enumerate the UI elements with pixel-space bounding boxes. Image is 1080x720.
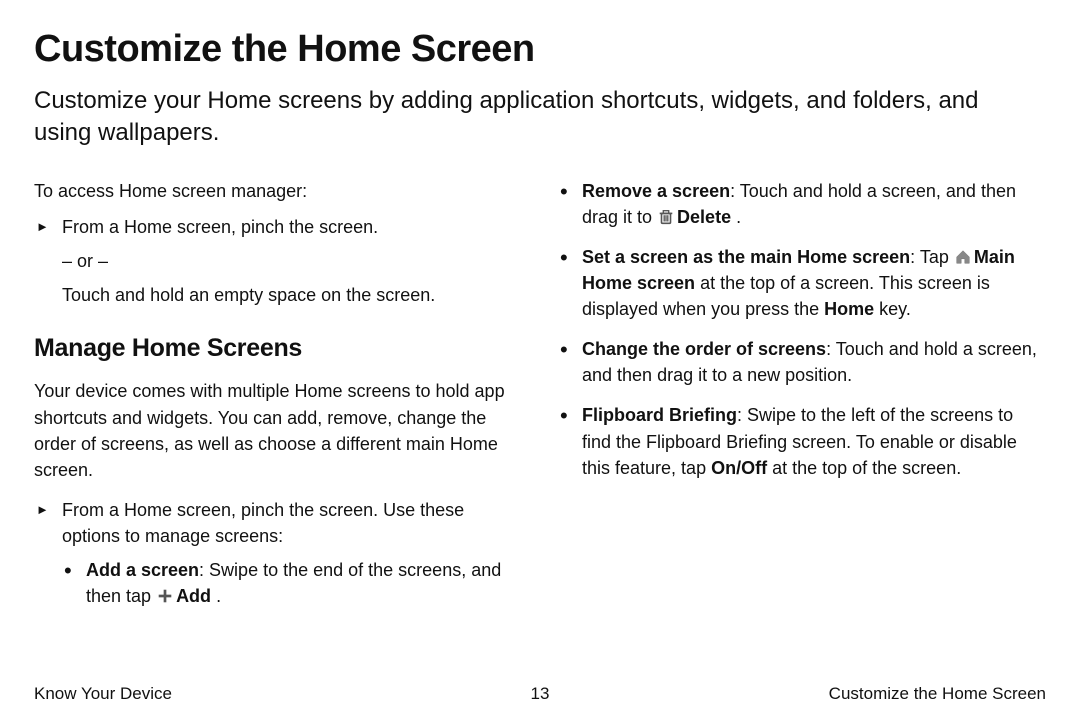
add-icon-label: Add — [176, 586, 211, 606]
trash-icon — [657, 207, 675, 225]
flipboard-text2: at the top of the screen. — [767, 458, 961, 478]
manage-intro: Your device comes with multiple Home scr… — [34, 378, 522, 482]
access-intro: To access Home screen manager: — [34, 178, 522, 204]
add-screen-label: Add a screen — [86, 560, 199, 580]
onoff-label: On/Off — [711, 458, 767, 478]
remove-screen-label: Remove a screen — [582, 181, 730, 201]
or-separator: – or – — [34, 248, 522, 274]
add-period: . — [211, 586, 221, 606]
main-screen-text3: key. — [874, 299, 911, 319]
content-columns: To access Home screen manager: From a Ho… — [34, 178, 1046, 623]
right-column: Remove a screen: Touch and hold a screen… — [558, 178, 1046, 623]
main-screen-text1: : Tap — [910, 247, 954, 267]
remove-period: . — [731, 207, 741, 227]
order-screens-item: Change the order of screens: Touch and h… — [558, 336, 1046, 388]
remove-screen-item: Remove a screen: Touch and hold a screen… — [558, 178, 1046, 230]
footer-left: Know Your Device — [34, 684, 172, 704]
home-key-label: Home — [824, 299, 874, 319]
footer-page-number: 13 — [531, 684, 550, 704]
touch-hold-instruction: Touch and hold an empty space on the scr… — [34, 282, 522, 308]
flipboard-item: Flipboard Briefing: Swipe to the left of… — [558, 402, 1046, 480]
footer-right: Customize the Home Screen — [829, 684, 1046, 704]
flipboard-label: Flipboard Briefing — [582, 405, 737, 425]
delete-icon-label: Delete — [677, 207, 731, 227]
add-screen-item: Add a screen: Swipe to the end of the sc… — [34, 557, 522, 609]
main-screen-label: Set a screen as the main Home screen — [582, 247, 910, 267]
manage-heading: Manage Home Screens — [34, 330, 522, 366]
page-intro: Customize your Home screens by adding ap… — [34, 85, 1034, 150]
home-icon — [954, 247, 972, 265]
page-title: Customize the Home Screen — [34, 28, 1046, 71]
page-footer: Know Your Device 13 Customize the Home S… — [34, 684, 1046, 704]
pinch-instruction: From a Home screen, pinch the screen. — [34, 214, 522, 240]
plus-icon — [156, 586, 174, 604]
left-column: To access Home screen manager: From a Ho… — [34, 178, 522, 623]
document-page: Customize the Home Screen Customize your… — [0, 0, 1080, 720]
main-screen-item: Set a screen as the main Home screen: Ta… — [558, 244, 1046, 322]
order-screens-label: Change the order of screens — [582, 339, 826, 359]
manage-pinch-instruction: From a Home screen, pinch the screen. Us… — [34, 497, 522, 549]
